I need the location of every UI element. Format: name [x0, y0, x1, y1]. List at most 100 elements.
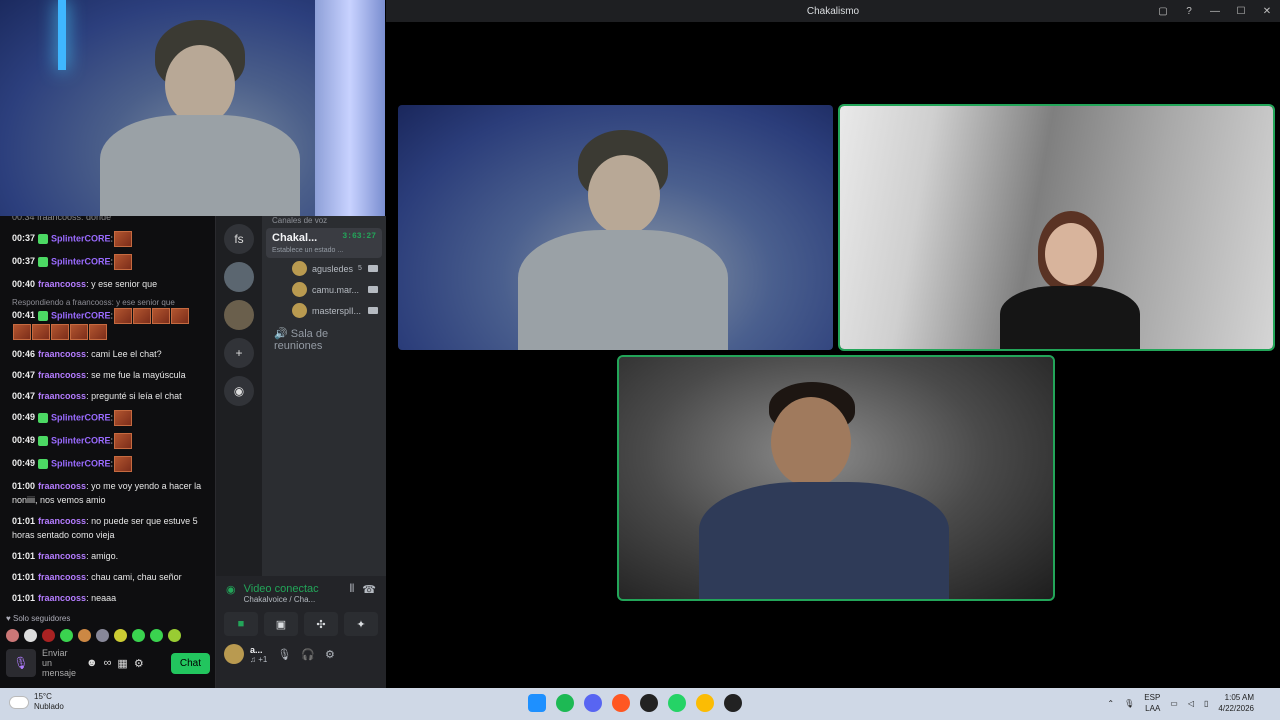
member-name: mastersplI...: [312, 305, 362, 316]
user-settings-icon[interactable]: ⚙: [325, 648, 335, 661]
emoji-icon[interactable]: ☻: [86, 657, 98, 669]
video-tile-1[interactable]: [398, 105, 833, 350]
chevron-up-icon[interactable]: ⌃: [1107, 699, 1114, 708]
clock-time[interactable]: 1:05 AM: [1218, 692, 1254, 703]
emote-icon[interactable]: [114, 629, 127, 642]
message-username[interactable]: fraancooss: [38, 391, 86, 401]
start-icon[interactable]: [528, 694, 546, 712]
voice-channel-active[interactable]: Chakal... 3:63:27 Establece un estado ...: [266, 228, 382, 258]
noise-suppression-icon[interactable]: ⦀: [349, 583, 354, 596]
mic-icon: 🎙: [13, 656, 29, 670]
chrome-icon[interactable]: [696, 694, 714, 712]
message-username[interactable]: SplinterCORE: [51, 458, 111, 468]
video-tile-2[interactable]: [838, 104, 1275, 351]
lang-label[interactable]: ESP: [1144, 692, 1160, 703]
store-icon[interactable]: ▦: [117, 657, 127, 670]
server-folder-2[interactable]: [224, 300, 254, 330]
video-tile-3[interactable]: [617, 355, 1055, 601]
badge-icon: [38, 436, 49, 446]
signal-icon: ◉: [226, 584, 236, 596]
weather-widget[interactable]: 15°C Nublado: [10, 692, 64, 712]
message-text: : amigo.: [86, 551, 119, 561]
obs-icon[interactable]: [640, 694, 658, 712]
chat-emote: [114, 254, 133, 270]
help-icon[interactable]: ?: [1176, 0, 1202, 22]
emote-icon[interactable]: [24, 629, 37, 642]
message-username[interactable]: SplinterCORE: [51, 233, 111, 243]
message-username[interactable]: SplinterCORE: [51, 435, 111, 445]
close-button[interactable]: ✕: [1254, 0, 1280, 22]
app-icon[interactable]: [724, 694, 742, 712]
mute-icon[interactable]: 🎙: [277, 648, 291, 661]
chat-message-list[interactable]: 00:34 fraancooss: dónde 00:37 SplinterCOR…: [0, 216, 215, 611]
lang-label-2[interactable]: LAA: [1144, 703, 1160, 714]
activities-button[interactable]: ✣: [304, 612, 338, 636]
deafen-icon[interactable]: 🎧: [301, 648, 315, 661]
discover-icon[interactable]: ◉: [224, 376, 254, 406]
mic-button[interactable]: 🎙: [6, 649, 36, 677]
emote-icon[interactable]: [168, 629, 181, 642]
emote-icon[interactable]: [96, 629, 109, 642]
voice-channels-header[interactable]: Canales de voz: [262, 216, 386, 226]
battery-icon[interactable]: ▯: [1204, 699, 1208, 708]
chat-emote: [152, 308, 171, 324]
chat-send-button[interactable]: Chat: [170, 652, 210, 674]
soundboard-button[interactable]: ✦: [344, 612, 378, 636]
message-time: 00:37: [12, 233, 36, 244]
whatsapp-icon[interactable]: [668, 694, 686, 712]
emote-icon[interactable]: [60, 629, 73, 642]
cloud-icon: [10, 696, 28, 708]
spotify-icon[interactable]: [556, 694, 574, 712]
emote-icon[interactable]: [6, 629, 19, 642]
discord-icon[interactable]: [584, 694, 602, 712]
network-icon[interactable]: ▭: [1170, 699, 1178, 708]
message-username[interactable]: fraancooss: [38, 370, 86, 380]
emote-icon[interactable]: [42, 629, 55, 642]
message-input[interactable]: Enviar un mensaje: [42, 648, 80, 678]
voice-channel-path[interactable]: Chakalvoice / Cha...: [244, 595, 319, 604]
minimize-button[interactable]: —: [1202, 0, 1228, 22]
emote-icon[interactable]: [78, 629, 91, 642]
message-username[interactable]: fraancooss: [38, 572, 86, 582]
disconnect-icon[interactable]: ☎: [362, 583, 376, 596]
voice-member[interactable]: agusledes 5: [262, 258, 386, 279]
add-server-icon[interactable]: +: [224, 338, 254, 368]
chat-message: 01:01 fraancooss: chau cami, chau señor: [12, 570, 208, 584]
maximize-button[interactable]: ☐: [1228, 0, 1254, 22]
message-time: 01:01: [12, 593, 36, 603]
message-username[interactable]: SplinterCORE: [51, 310, 111, 320]
chat-emote: [32, 324, 50, 340]
emote-icon[interactable]: [150, 629, 163, 642]
emote-icon[interactable]: [132, 629, 145, 642]
clock-date[interactable]: 4/22/2026: [1218, 703, 1254, 714]
chat-message-truncated: 00:34 fraancooss: dónde: [12, 216, 112, 222]
message-username[interactable]: SplinterCORE: [51, 256, 111, 266]
server-folder[interactable]: [224, 262, 254, 292]
message-username[interactable]: fraancooss: [38, 551, 86, 561]
badge-icon: [38, 413, 49, 423]
screen-share-button[interactable]: ▣: [264, 612, 298, 636]
voice-channel-sala[interactable]: 🔊 Sala de reuniones: [262, 321, 386, 358]
message-username[interactable]: fraancooss: [38, 481, 86, 491]
inbox-icon[interactable]: ▢: [1150, 0, 1176, 22]
message-username[interactable]: fraancooss: [38, 516, 86, 526]
message-username[interactable]: fraancooss: [38, 593, 86, 603]
followers-only-text: Solo seguidores: [12, 614, 71, 623]
message-time: 00:49: [12, 435, 36, 446]
voice-member[interactable]: camu.mar...: [262, 279, 386, 300]
settings-icon[interactable]: ⚙: [134, 657, 144, 670]
avatar[interactable]: [224, 644, 244, 664]
chat-emote: [13, 324, 31, 340]
message-username[interactable]: SplinterCORE: [51, 412, 111, 422]
mic-tray-icon[interactable]: 🎙: [1124, 699, 1134, 708]
server-fs[interactable]: fs: [224, 224, 254, 254]
message-username[interactable]: fraancooss: [38, 279, 86, 289]
message-text: : neaaa: [86, 593, 117, 603]
voice-member[interactable]: mastersplI...: [262, 300, 386, 321]
bits-icon[interactable]: ∞: [104, 657, 112, 669]
camera-button[interactable]: ■: [224, 612, 258, 636]
message-username[interactable]: fraancooss: [38, 349, 86, 359]
brave-icon[interactable]: [612, 694, 630, 712]
chat-message: 01:01 fraancooss: amigo.: [12, 549, 208, 563]
volume-icon[interactable]: ◁: [1188, 699, 1194, 708]
